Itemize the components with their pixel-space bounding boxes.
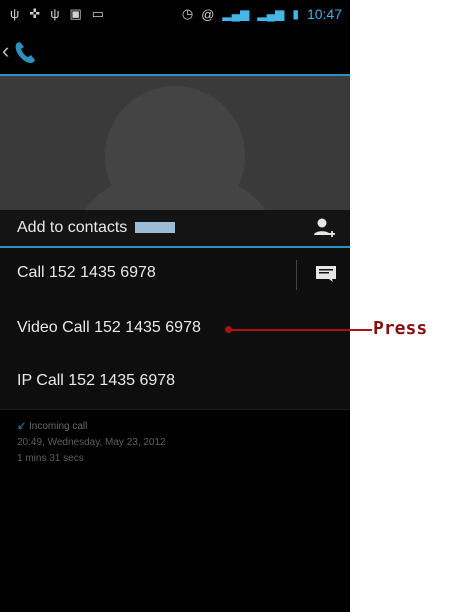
signal-2-icon: ▂▄▆ — [257, 7, 285, 21]
call-type: ↙ Incoming call — [17, 418, 166, 435]
avatar-body — [70, 176, 280, 210]
usb-debug-icon: ψ — [50, 6, 60, 21]
signal-1-icon: ▂▄▆ — [222, 7, 250, 21]
add-to-contacts-label: Add to contacts — [17, 219, 176, 237]
video-call-label: Video Call 152 1435 6978 — [17, 319, 201, 336]
add-contact-icon[interactable] — [312, 216, 336, 240]
annotation-label: Press — [373, 318, 428, 339]
sync-icon: ✜ — [29, 6, 41, 21]
add-to-contacts-row[interactable]: Add to contacts — [0, 210, 350, 248]
call-duration: 1 mins 31 secs — [17, 453, 84, 464]
phone-screen: ψ ✜ ψ ▣ ▭ ◷ @ ▂▄▆ ▂▄▆ ▮ 10:47 ‹ Add to c… — [0, 0, 350, 612]
ip-call-label: IP Call 152 1435 6978 — [17, 372, 176, 389]
notification-icons: ψ ✜ ψ ▣ ▭ — [10, 6, 104, 22]
phone-icon — [15, 42, 35, 63]
sd-card-icon: ▣ — [69, 6, 82, 21]
image-icon: ▭ — [91, 6, 105, 21]
usb-icon: ψ — [10, 6, 20, 21]
status-bar: ψ ✜ ψ ▣ ▭ ◷ @ ▂▄▆ ▂▄▆ ▮ 10:47 — [0, 0, 350, 32]
system-icons: ◷ @ ▂▄▆ ▂▄▆ ▮ 10:47 — [182, 6, 342, 22]
call-type-label: Incoming call — [29, 421, 88, 432]
action-bar: ‹ — [0, 32, 350, 76]
call-log-entry: ↙ Incoming call 20:49, Wednesday, May 23… — [17, 418, 166, 467]
annotation-pointer-line — [228, 329, 372, 331]
clock: 10:47 — [306, 6, 342, 22]
add-to-contacts-text: Add to contacts — [17, 219, 128, 236]
message-icon[interactable] — [316, 266, 336, 282]
call-label: Call 152 1435 6978 — [17, 264, 156, 281]
battery-icon: ▮ — [292, 7, 299, 21]
incoming-call-icon: ↙ — [17, 420, 27, 432]
ip-call-row[interactable]: IP Call 152 1435 6978 — [0, 356, 350, 410]
carrier-badge — [135, 222, 176, 234]
at-icon: @ — [201, 6, 215, 22]
call-datetime: 20:49, Wednesday, May 23, 2012 — [17, 437, 166, 448]
row-divider — [296, 260, 297, 290]
contact-photo-placeholder — [0, 76, 350, 210]
alarm-icon: ◷ — [181, 6, 194, 21]
call-row[interactable]: Call 152 1435 6978 — [0, 248, 350, 304]
chevron-left-icon: ‹ — [2, 38, 10, 63]
